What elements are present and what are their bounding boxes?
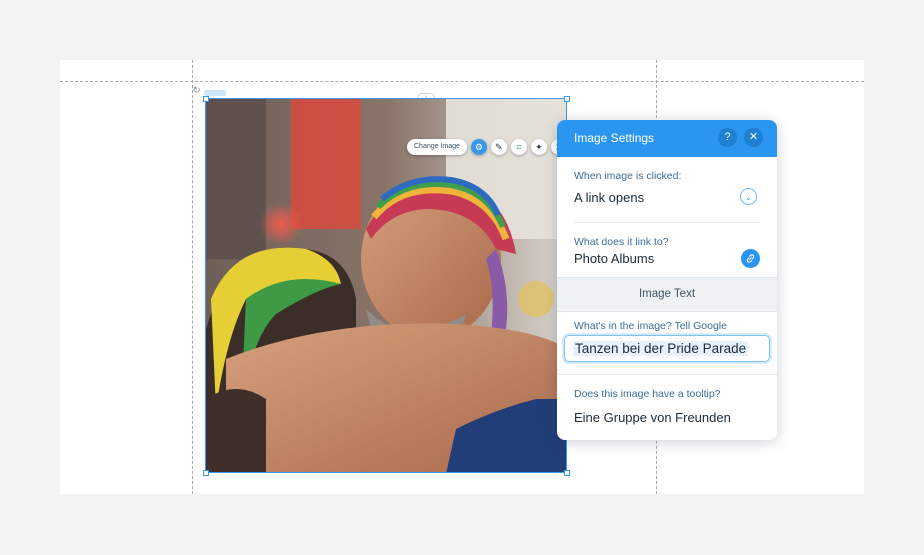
- link-icon[interactable]: [741, 249, 760, 268]
- image-floating-toolbar: Change Image ⚙ ✎ ⌗ ✦ ➤: [407, 138, 567, 156]
- click-action-dropdown[interactable]: A link opens: [574, 190, 644, 205]
- crop-icon[interactable]: ⌗: [510, 139, 527, 155]
- click-action-label: When image is clicked:: [574, 170, 682, 182]
- panel-title: Image Settings: [574, 131, 655, 145]
- resize-handle-top-right[interactable]: [564, 96, 570, 102]
- magic-wand-icon[interactable]: ✦: [530, 139, 547, 155]
- rotate-handle-icon[interactable]: ↻: [193, 86, 202, 95]
- help-button[interactable]: ?: [718, 128, 737, 147]
- resize-handle-bottom-right[interactable]: [564, 470, 570, 476]
- horizontal-guide-line: [60, 81, 864, 82]
- tooltip-input[interactable]: Eine Gruppe von Freunden: [574, 410, 731, 425]
- chevron-down-icon[interactable]: ⌄: [740, 188, 757, 205]
- image-text-section-header: Image Text: [557, 277, 777, 312]
- panel-header: Image Settings ? ✕: [557, 120, 777, 157]
- left-guide-line: [192, 60, 193, 494]
- divider: [574, 222, 760, 223]
- resize-handle-bottom-left[interactable]: [203, 470, 209, 476]
- alt-text-label: What's in the image? Tell Google: [574, 320, 727, 332]
- link-target-label: What does it link to?: [574, 236, 669, 248]
- link-target-value[interactable]: Photo Albums: [574, 251, 654, 266]
- alt-text-value: Tanzen bei der Pride Parade: [573, 341, 749, 356]
- alt-text-input[interactable]: Tanzen bei der Pride Parade: [564, 335, 770, 362]
- change-image-button[interactable]: Change Image: [407, 139, 467, 155]
- pencil-icon[interactable]: ✎: [490, 139, 507, 155]
- resize-handle-top-left[interactable]: [203, 96, 209, 102]
- divider: [557, 374, 777, 375]
- settings-gear-icon[interactable]: ⚙: [470, 139, 487, 155]
- tooltip-label: Does this image have a tooltip?: [574, 388, 721, 400]
- image-settings-panel: Image Settings ? ✕ When image is clicked…: [557, 120, 777, 440]
- close-button[interactable]: ✕: [744, 128, 763, 147]
